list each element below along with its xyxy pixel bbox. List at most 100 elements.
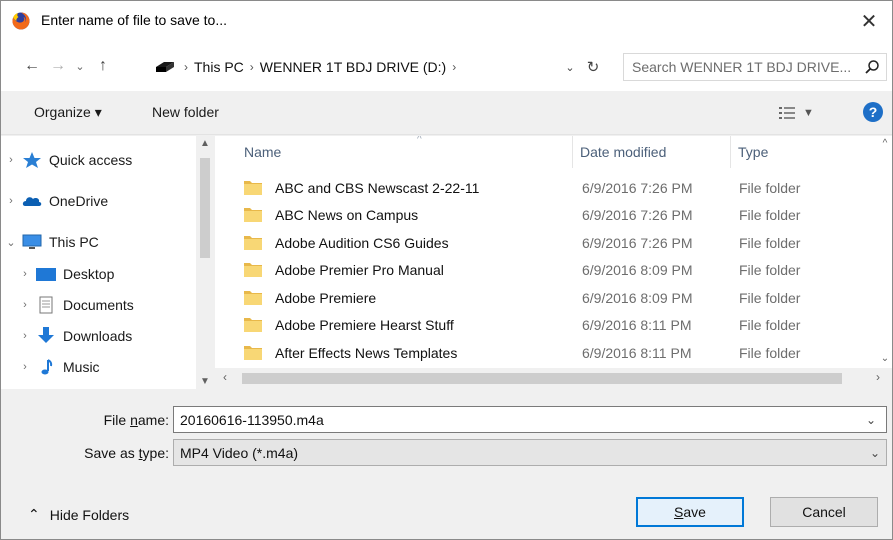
sidebar-item-this-pc[interactable]: ⌄ This PC bbox=[1, 228, 196, 256]
expand-chevron-icon[interactable]: › bbox=[15, 361, 35, 373]
table-row[interactable]: Adobe Premiere 6/9/2016 8:09 PM File fol… bbox=[237, 284, 877, 311]
file-type: File folder bbox=[739, 179, 801, 196]
sidebar-item-music[interactable]: › Music bbox=[15, 353, 210, 381]
file-type: File folder bbox=[739, 261, 801, 278]
column-header-label: Type bbox=[738, 144, 769, 160]
back-button[interactable]: ← bbox=[19, 55, 45, 77]
file-date: 6/9/2016 8:11 PM bbox=[582, 316, 692, 333]
help-button[interactable]: ? bbox=[863, 102, 883, 122]
folder-icon bbox=[244, 180, 262, 195]
column-header-type[interactable]: Type bbox=[731, 136, 881, 168]
address-bar[interactable]: › This PC › WENNER 1T BDJ DRIVE (D:) › bbox=[151, 53, 611, 81]
scroll-up-icon[interactable]: ^ bbox=[878, 138, 892, 149]
file-list-horizontal-scrollbar[interactable]: ‹ › bbox=[215, 368, 892, 389]
recent-locations-button[interactable]: ⌄ bbox=[71, 55, 89, 77]
file-date: 6/9/2016 7:26 PM bbox=[582, 179, 693, 196]
column-header-date[interactable]: Date modified bbox=[573, 136, 731, 168]
sidebar-item-quick-access[interactable]: › Quick access bbox=[1, 146, 196, 174]
file-type: File folder bbox=[739, 289, 801, 306]
save-file-dialog: Enter name of file to save to... ✕ ← → ⌄… bbox=[0, 0, 893, 540]
table-row[interactable]: ABC News on Campus 6/9/2016 7:26 PM File… bbox=[237, 201, 877, 228]
music-icon bbox=[41, 359, 53, 375]
table-row[interactable]: Adobe Audition CS6 Guides 6/9/2016 7:26 … bbox=[237, 229, 877, 256]
organize-button[interactable]: Organize ▾ bbox=[34, 104, 102, 121]
computer-icon bbox=[22, 234, 42, 249]
hide-folders-label: Hide Folders bbox=[49, 506, 130, 523]
file-name: Adobe Premiere bbox=[275, 289, 377, 306]
forward-button[interactable]: → bbox=[47, 55, 69, 77]
hide-folders-button[interactable]: ⌃ Hide Folders bbox=[28, 506, 129, 523]
file-type: File folder bbox=[739, 316, 801, 333]
change-view-button[interactable]: ▼ bbox=[779, 103, 829, 123]
file-date: 6/9/2016 8:09 PM bbox=[582, 261, 693, 278]
table-row[interactable]: Adobe Premiere Hearst Stuff 6/9/2016 8:1… bbox=[237, 311, 877, 338]
table-row[interactable]: ABC and CBS Newscast 2-22-11 6/9/2016 7:… bbox=[237, 174, 877, 201]
sidebar-item-label: Downloads bbox=[63, 328, 133, 344]
file-name-history-button[interactable]: ⌄ bbox=[857, 407, 885, 432]
selected-type: MP4 Video (*.m4a) bbox=[180, 444, 299, 461]
sidebar-item-onedrive[interactable]: › OneDrive bbox=[1, 187, 196, 215]
search-input[interactable]: Search WENNER 1T BDJ DRIVE... bbox=[623, 53, 887, 81]
expand-chevron-icon[interactable]: › bbox=[15, 330, 35, 342]
title-bar: Enter name of file to save to... ✕ bbox=[1, 1, 892, 41]
command-bar: Organize ▾ New folder ▼ ? bbox=[1, 91, 892, 135]
file-name: Adobe Premier Pro Manual bbox=[275, 261, 444, 278]
sidebar-item-label: OneDrive bbox=[49, 193, 109, 209]
new-folder-button[interactable]: New folder bbox=[152, 104, 219, 120]
drive-icon bbox=[156, 62, 174, 72]
scroll-right-icon[interactable]: › bbox=[876, 370, 880, 384]
chevron-down-icon: ⌄ bbox=[869, 446, 880, 460]
label-text: ame: bbox=[137, 412, 169, 428]
folder-icon bbox=[244, 262, 262, 277]
file-name: Adobe Audition CS6 Guides bbox=[275, 234, 449, 251]
sidebar-item-downloads[interactable]: › Downloads bbox=[15, 322, 210, 350]
expand-chevron-icon[interactable]: › bbox=[1, 154, 21, 166]
file-name: After Effects News Templates bbox=[275, 344, 458, 361]
save-as-type-select[interactable]: MP4 Video (*.m4a) ⌄ bbox=[173, 439, 887, 466]
close-icon: ✕ bbox=[860, 10, 878, 33]
sidebar-scrollbar[interactable]: ▲ ▼ bbox=[196, 136, 214, 389]
expand-chevron-icon[interactable]: › bbox=[15, 299, 35, 311]
breadcrumb-separator-icon: › bbox=[184, 60, 188, 74]
folder-icon bbox=[244, 290, 262, 305]
collapse-chevron-icon[interactable]: ⌄ bbox=[1, 236, 21, 249]
label-text: Save as bbox=[84, 445, 139, 461]
file-date: 6/9/2016 7:26 PM bbox=[582, 206, 693, 223]
save-as-type-label: Save as type: bbox=[61, 445, 169, 461]
arrow-up-icon: ↑ bbox=[99, 57, 107, 74]
desktop-icon bbox=[36, 268, 56, 281]
file-list-vertical-scrollbar[interactable]: ^ ⌄ bbox=[878, 136, 892, 368]
search-placeholder: Search WENNER 1T BDJ DRIVE... bbox=[632, 59, 852, 75]
sidebar-item-documents[interactable]: › Documents bbox=[15, 291, 210, 319]
save-button[interactable]: Save bbox=[636, 497, 744, 527]
table-row[interactable]: After Effects News Templates 6/9/2016 8:… bbox=[237, 339, 877, 366]
column-header-name[interactable]: Name ^ bbox=[237, 136, 573, 168]
arrow-left-icon: ← bbox=[24, 57, 40, 74]
scroll-up-icon[interactable]: ▲ bbox=[196, 138, 214, 149]
expand-chevron-icon[interactable]: › bbox=[1, 195, 21, 207]
horizontal-scroll-thumb[interactable] bbox=[242, 373, 842, 384]
file-type: File folder bbox=[739, 344, 801, 361]
column-header-row: Name ^ Date modified Type bbox=[215, 136, 880, 168]
refresh-button[interactable]: ↻ bbox=[582, 53, 604, 81]
button-accesskey: S bbox=[674, 504, 684, 520]
chevron-down-icon: ⌄ bbox=[565, 61, 575, 74]
chevron-down-icon: ⌄ bbox=[865, 412, 877, 427]
scroll-down-icon[interactable]: ▼ bbox=[196, 376, 214, 387]
address-history-button[interactable]: ⌄ bbox=[561, 53, 579, 81]
close-button[interactable]: ✕ bbox=[846, 1, 892, 41]
button-label: ave bbox=[683, 504, 706, 520]
file-name-input[interactable] bbox=[173, 406, 887, 433]
breadcrumb-this-pc[interactable]: This PC bbox=[194, 59, 244, 75]
up-button[interactable]: ↑ bbox=[91, 55, 115, 77]
breadcrumb-drive[interactable]: WENNER 1T BDJ DRIVE (D:) bbox=[260, 59, 446, 75]
scroll-left-icon[interactable]: ‹ bbox=[223, 370, 227, 384]
chevron-down-icon: ⌄ bbox=[75, 60, 85, 73]
table-row[interactable]: Adobe Premier Pro Manual 6/9/2016 8:09 P… bbox=[237, 256, 877, 283]
cancel-button[interactable]: Cancel bbox=[770, 497, 878, 527]
expand-chevron-icon[interactable]: › bbox=[15, 268, 35, 280]
sidebar-item-desktop[interactable]: › Desktop bbox=[15, 260, 210, 288]
scroll-down-icon[interactable]: ⌄ bbox=[878, 353, 892, 364]
sidebar-scroll-thumb[interactable] bbox=[200, 158, 210, 258]
file-name-label: File name: bbox=[71, 412, 169, 428]
